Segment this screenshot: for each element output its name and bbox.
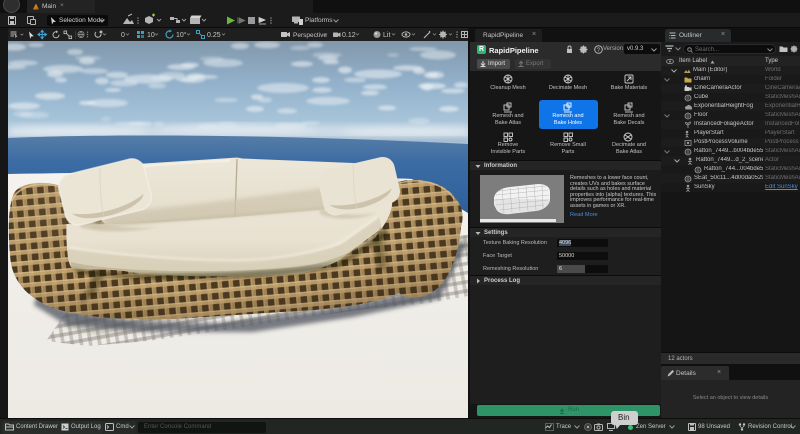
svg-text:0.12: 0.12	[342, 32, 356, 39]
svg-text:0: 0	[121, 32, 125, 39]
svg-text:0.25: 0.25	[207, 32, 221, 39]
svg-text:Perspective: Perspective	[293, 32, 327, 39]
svg-text:10°: 10°	[176, 31, 187, 39]
svg-text:Lit: Lit	[383, 32, 390, 39]
svg-text:10: 10	[147, 32, 155, 39]
